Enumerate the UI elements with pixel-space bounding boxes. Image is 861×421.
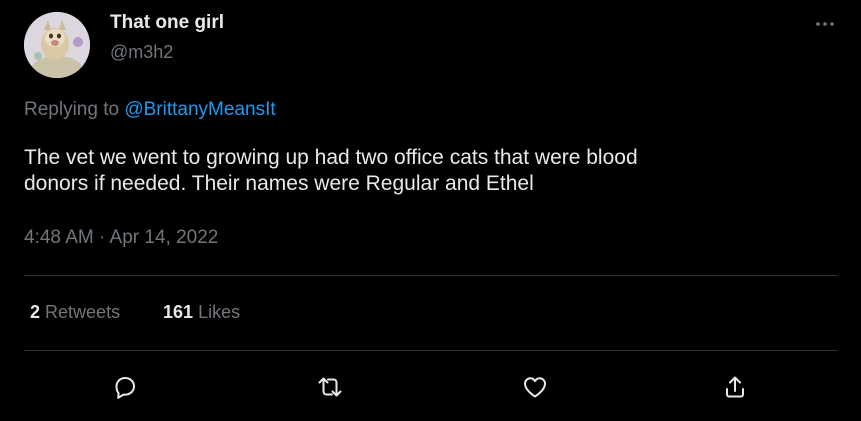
retweets-label: Retweets	[45, 302, 121, 322]
author-handle[interactable]: @m3h2	[110, 42, 173, 63]
tweet-text: The vet we went to growing up had two of…	[24, 145, 804, 197]
avatar-image	[24, 12, 90, 78]
replying-to-mention[interactable]: @BrittanyMeansIt	[124, 99, 275, 120]
author-display-name[interactable]: That one girl	[110, 12, 224, 34]
more-options-icon[interactable]	[810, 12, 840, 34]
share-icon	[726, 376, 744, 398]
retweet-button[interactable]	[315, 372, 345, 402]
share-button[interactable]	[720, 372, 750, 402]
divider	[24, 350, 838, 351]
author-avatar[interactable]	[24, 12, 90, 78]
likes-stat[interactable]: 161 Likes	[163, 302, 240, 323]
like-icon	[524, 377, 546, 398]
reply-button[interactable]	[110, 372, 140, 402]
replying-to: Replying to @BrittanyMeansIt	[24, 99, 276, 121]
retweet-icon	[318, 377, 342, 397]
tweet-text-line-1: The vet we went to growing up had two of…	[24, 146, 638, 169]
divider	[24, 275, 838, 276]
tweet-text-line-2: donors if needed. Their names were Regul…	[24, 172, 534, 195]
retweets-stat[interactable]: 2 Retweets	[30, 302, 120, 323]
reply-icon	[115, 377, 135, 399]
tweet-timestamp[interactable]: 4:48 AM · Apr 14, 2022	[24, 227, 218, 249]
replying-to-prefix: Replying to	[24, 99, 120, 120]
likes-count: 161	[163, 302, 194, 322]
retweets-count: 2	[30, 302, 41, 322]
likes-label: Likes	[198, 302, 241, 322]
like-button[interactable]	[520, 372, 550, 402]
